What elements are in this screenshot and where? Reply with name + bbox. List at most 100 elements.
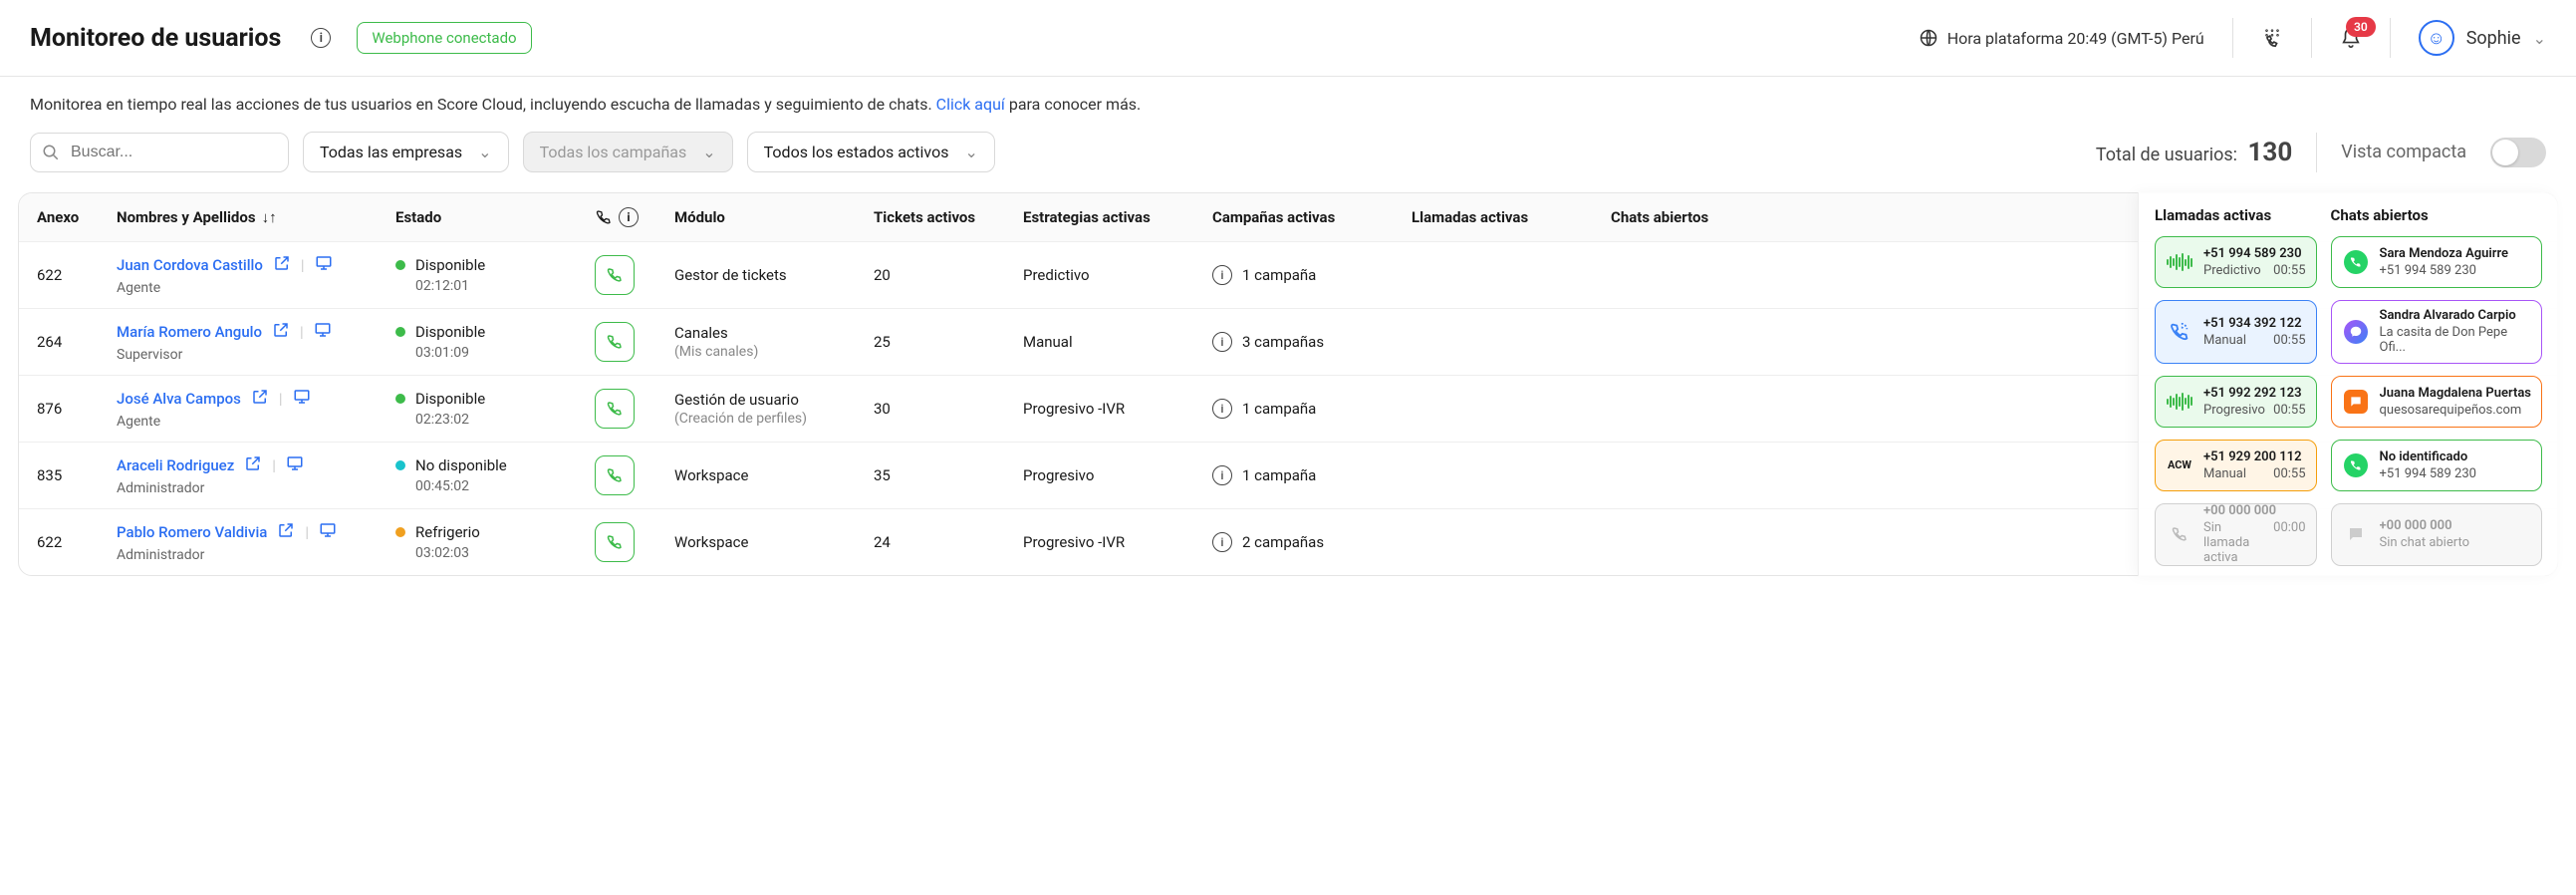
waveform-icon	[2167, 393, 2192, 411]
status-dot-icon	[395, 394, 405, 404]
chat-card[interactable]: No identificado+51 994 589 230	[2331, 440, 2542, 491]
call-button[interactable]	[595, 389, 635, 429]
sort-icon: ↓↑	[262, 208, 277, 226]
call-card[interactable]: +00 000 000Sin llamada activa00:00	[2155, 503, 2317, 567]
chevron-down-icon: ⌄	[702, 143, 715, 161]
user-role: Agente	[117, 414, 395, 430]
call-card[interactable]: ACW+51 929 200 112Manual00:55	[2155, 440, 2317, 491]
info-icon[interactable]: i	[311, 28, 331, 48]
search-input[interactable]	[30, 133, 289, 172]
page-title: Monitoreo de usuarios	[30, 24, 281, 53]
status-text: Disponible	[415, 323, 485, 341]
call-button[interactable]	[595, 322, 635, 362]
external-link-icon[interactable]	[272, 321, 290, 343]
info-icon[interactable]: i	[619, 207, 639, 227]
chat-icon	[2347, 525, 2365, 543]
call-card[interactable]: +51 934 392 122Manual00:55	[2155, 300, 2317, 364]
whatsapp-icon	[2344, 250, 2368, 274]
status-text: Disponible	[415, 390, 485, 408]
phone-ring-icon	[2169, 321, 2190, 343]
status-duration: 03:01:09	[415, 345, 595, 361]
phone-column-header: i	[595, 207, 674, 227]
chats-header: Chats abiertos	[2331, 206, 2542, 224]
strategy-active: Predictivo	[1023, 266, 1212, 284]
companies-select[interactable]: Todas las empresas⌄	[303, 132, 509, 172]
info-icon[interactable]: i	[1212, 532, 1232, 552]
user-name-link[interactable]: José Alva Campos	[117, 390, 241, 408]
learn-more-link[interactable]: Click aquí	[936, 95, 1005, 114]
chat-card[interactable]: Sandra Alvarado CarpioLa casita de Don P…	[2331, 300, 2542, 364]
user-role: Agente	[117, 280, 395, 296]
sort-names[interactable]: Nombres y Apellidos ↓↑	[117, 207, 395, 227]
status-duration: 02:23:02	[415, 412, 595, 428]
monitor-icon[interactable]	[286, 454, 304, 476]
status-duration: 02:12:01	[415, 278, 595, 294]
chat-card[interactable]: Sara Mendoza Aguirre+51 994 589 230	[2331, 236, 2542, 288]
user-name-link[interactable]: María Romero Angulo	[117, 323, 262, 341]
status-dot-icon	[395, 527, 405, 537]
acw-icon: ACW	[2168, 458, 2191, 471]
waveform-icon	[2167, 253, 2192, 271]
campaigns-select[interactable]: Todas los campañas⌄	[523, 132, 733, 172]
total-users-label: Total de usuarios: 130	[2096, 138, 2292, 167]
user-name-link[interactable]: Pablo Romero Valdivia	[117, 523, 267, 541]
anexo-cell: 876	[37, 400, 117, 418]
user-name-link[interactable]: Araceli Rodriguez	[117, 456, 234, 474]
campaigns-active: 1 campaña	[1242, 266, 1316, 284]
monitor-icon[interactable]	[293, 388, 311, 410]
calls-header: Llamadas activas	[2155, 206, 2317, 224]
module-name: Gestor de tickets	[674, 266, 874, 284]
status-duration: 03:02:03	[415, 545, 595, 561]
tickets-active: 25	[874, 333, 1023, 351]
external-link-icon[interactable]	[273, 254, 291, 276]
tickets-active: 24	[874, 533, 1023, 551]
external-link-icon[interactable]	[277, 521, 295, 543]
user-name-link[interactable]: Juan Cordova Castillo	[117, 256, 263, 274]
call-button[interactable]	[595, 455, 635, 495]
external-link-icon[interactable]	[244, 454, 262, 476]
whatsapp-icon	[2344, 453, 2368, 477]
status-text: No disponible	[415, 456, 507, 474]
strategy-active: Progresivo -IVR	[1023, 400, 1212, 418]
search-icon	[42, 144, 60, 161]
info-icon[interactable]: i	[1212, 265, 1232, 285]
info-icon[interactable]: i	[1212, 332, 1232, 352]
globe-icon	[1918, 27, 1939, 49]
status-duration: 00:45:02	[415, 478, 595, 494]
avatar-icon: ☺	[2419, 20, 2454, 56]
status-text: Disponible	[415, 256, 485, 274]
module-name: Workspace	[674, 466, 874, 484]
info-icon[interactable]: i	[1212, 465, 1232, 485]
anexo-cell: 622	[37, 533, 117, 551]
anexo-cell: 835	[37, 466, 117, 484]
call-card[interactable]: +51 994 589 230Predictivo00:55	[2155, 236, 2317, 288]
description-text: Monitorea en tiempo real las acciones de…	[0, 77, 2576, 122]
messenger-icon	[2344, 320, 2368, 344]
monitor-icon[interactable]	[319, 521, 337, 543]
monitor-icon[interactable]	[315, 254, 333, 276]
campaigns-active: 2 campañas	[1242, 533, 1324, 551]
campaigns-active: 3 campañas	[1242, 333, 1324, 351]
monitor-icon[interactable]	[314, 321, 332, 343]
call-button[interactable]	[595, 255, 635, 295]
call-button[interactable]	[595, 522, 635, 562]
module-name: Workspace	[674, 533, 874, 551]
notifications-button[interactable]: 30	[2340, 27, 2362, 49]
states-select[interactable]: Todos los estados activos⌄	[747, 132, 995, 172]
compact-view-toggle[interactable]	[2490, 138, 2546, 167]
info-icon[interactable]: i	[1212, 399, 1232, 419]
status-dot-icon	[395, 327, 405, 337]
call-card[interactable]: +51 992 292 123Progresivo00:55	[2155, 376, 2317, 428]
tickets-active: 30	[874, 400, 1023, 418]
user-menu[interactable]: ☺ Sophie ⌄	[2419, 20, 2546, 56]
campaigns-active: 1 campaña	[1242, 400, 1316, 418]
chat-card[interactable]: +00 000 000Sin chat abierto	[2331, 503, 2542, 567]
chat-card[interactable]: Juana Magdalena Puertasquesosarequipeños…	[2331, 376, 2542, 428]
strategy-active: Manual	[1023, 333, 1212, 351]
strategy-active: Progresivo -IVR	[1023, 533, 1212, 551]
external-link-icon[interactable]	[251, 388, 269, 410]
status-dot-icon	[395, 460, 405, 470]
dialpad-icon[interactable]	[2261, 27, 2283, 49]
module-name: Gestión de usuario	[674, 391, 874, 409]
strategy-active: Progresivo	[1023, 466, 1212, 484]
